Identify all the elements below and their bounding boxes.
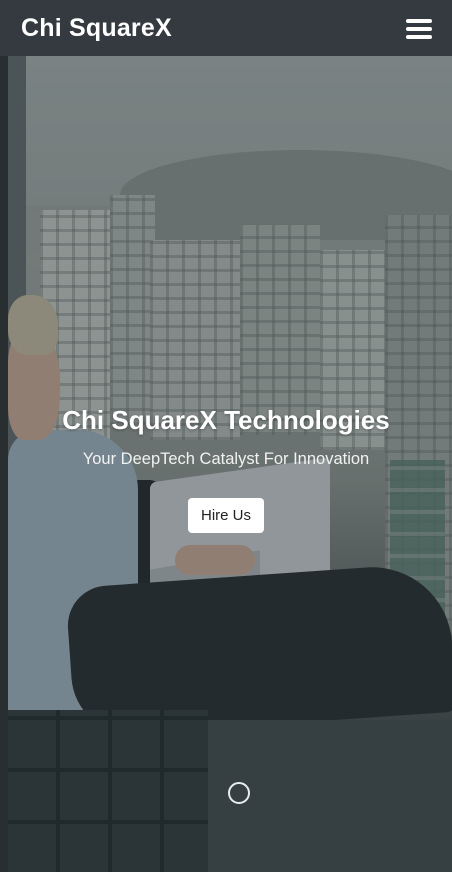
hamburger-menu-icon[interactable] <box>406 17 432 39</box>
hero-subtitle: Your DeepTech Catalyst For Innovation <box>82 450 370 468</box>
hero-title: Chi SquareX Technologies <box>62 405 390 435</box>
page: Chi SquareX Chi SquareX Technologies You… <box>0 0 452 872</box>
hire-us-button[interactable]: Hire Us <box>187 498 264 533</box>
hero-caption: Chi SquareX Technologies Your DeepTech C… <box>0 400 452 533</box>
menu-bar <box>406 19 432 23</box>
menu-bar <box>406 27 432 31</box>
navbar: Chi SquareX <box>0 0 452 56</box>
brand-logo-link[interactable]: Chi SquareX <box>21 14 172 43</box>
carousel-indicator-icon[interactable] <box>228 782 250 804</box>
menu-bar <box>406 35 432 39</box>
